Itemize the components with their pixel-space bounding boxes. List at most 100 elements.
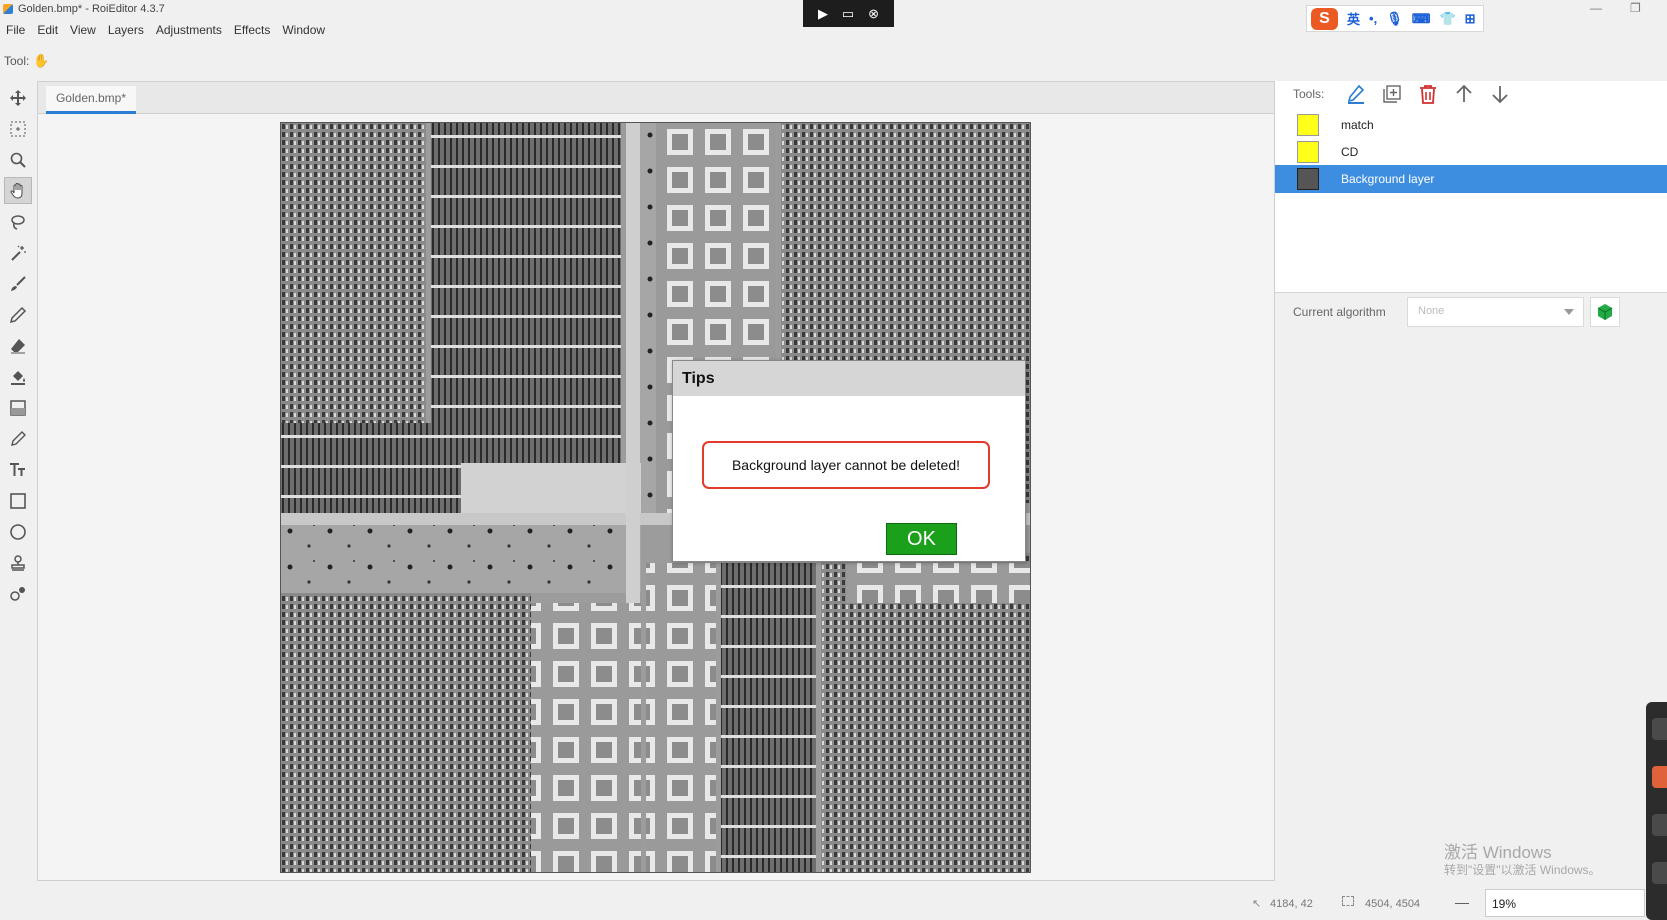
move-icon [9, 89, 26, 106]
layer-thumbnail [1297, 114, 1319, 136]
menu-layers[interactable]: Layers [102, 21, 150, 39]
play-cursor-icon[interactable]: ▶ [818, 7, 828, 20]
ime-toolbar: S 英 •, 🎙 ⌨ 👕 ⊞ [1306, 5, 1484, 32]
move-up-icon [1456, 84, 1472, 102]
marquee-icon [10, 121, 25, 136]
eraser-tool[interactable] [0, 330, 35, 361]
cursor-position-icon: ↖ [1252, 898, 1262, 910]
algorithm-select[interactable]: None [1407, 297, 1584, 327]
dialog-message: Background layer cannot be deleted! [702, 441, 990, 489]
image-size: 4504, 4504 [1365, 898, 1421, 910]
shirt-icon[interactable]: 👕 [1439, 11, 1455, 27]
zoom-tool[interactable] [0, 144, 35, 175]
tab-strip: Golden.bmp* [38, 82, 1274, 114]
shapes-tool[interactable] [0, 578, 35, 609]
ellipse-icon [9, 523, 26, 540]
brush-icon [10, 275, 26, 291]
menu-edit[interactable]: Edit [31, 21, 64, 39]
activation-watermark-hint: 转到"设置"以激活 Windows。 [1444, 863, 1601, 877]
app-icon [3, 4, 13, 14]
side-item [1652, 718, 1667, 740]
activation-watermark-title: 激活 Windows [1444, 843, 1552, 862]
menu-window[interactable]: Window [276, 21, 331, 39]
move-down-icon [1492, 86, 1508, 104]
menu-file[interactable]: File [0, 21, 31, 39]
lasso-tool[interactable] [0, 206, 35, 237]
rectangle-tool[interactable] [0, 485, 35, 516]
edit-layer-button[interactable] [1345, 83, 1367, 105]
add-layer-button[interactable] [1381, 83, 1403, 105]
run-algorithm-button[interactable] [1590, 297, 1620, 327]
menu-bar: File Edit View Layers Adjustments Effect… [0, 21, 331, 39]
move-tool[interactable] [0, 82, 35, 113]
ime-mode[interactable]: 英 [1347, 9, 1360, 28]
magic-wand-tool[interactable] [0, 237, 35, 268]
close-circle-icon[interactable]: ⊗ [868, 7, 879, 20]
fill-icon [10, 370, 25, 385]
zoom-icon [10, 152, 26, 168]
move-layer-down-button[interactable] [1489, 83, 1511, 105]
tools-label: Tools: [1293, 87, 1325, 101]
right-panel: Tools: match CD Background layer Current… [1275, 81, 1667, 881]
tips-dialog: Tips Background layer cannot be deleted!… [672, 360, 1026, 562]
tool-label: Tool: [4, 54, 30, 68]
fill-tool[interactable] [0, 361, 35, 392]
edit-icon [1347, 84, 1365, 104]
side-item [1652, 814, 1667, 836]
layer-thumbnail [1297, 168, 1319, 190]
punctuation-icon[interactable]: •, [1369, 11, 1377, 26]
pencil-icon [9, 306, 26, 323]
marquee-tool[interactable] [0, 113, 35, 144]
edge-side-widget[interactable] [1646, 702, 1667, 920]
layer-name: Background layer [1341, 172, 1435, 186]
move-layer-up-button[interactable] [1453, 83, 1475, 105]
stamp-tool[interactable] [0, 547, 35, 578]
pencil-tool[interactable] [0, 299, 35, 330]
text-tool[interactable] [0, 454, 35, 485]
restore-button[interactable]: ❐ [1630, 1, 1641, 15]
grid-icon[interactable]: ⊞ [1465, 11, 1476, 27]
layer-row-cd[interactable]: CD [1275, 138, 1667, 166]
ok-button[interactable]: OK [886, 523, 957, 555]
brush-tool[interactable] [0, 268, 35, 299]
magic-wand-icon [10, 245, 26, 261]
side-item [1652, 862, 1667, 884]
add-layer-icon [1383, 85, 1401, 103]
minimize-button[interactable]: — [1590, 1, 1602, 15]
keyboard-icon[interactable]: ⌨ [1412, 11, 1431, 27]
layer-row-background[interactable]: Background layer [1275, 165, 1667, 193]
eyedropper-tool[interactable] [0, 423, 35, 454]
screen-icon[interactable]: ▭ [842, 7, 854, 20]
menu-effects[interactable]: Effects [228, 21, 276, 39]
sogou-logo-icon[interactable]: S [1311, 7, 1338, 30]
delete-icon [1420, 85, 1436, 104]
selection-size-icon [1342, 896, 1354, 906]
tab-golden-bmp[interactable]: Golden.bmp* [46, 86, 136, 114]
eyedropper-icon [10, 430, 26, 446]
menu-adjustments[interactable]: Adjustments [150, 21, 228, 39]
eraser-icon [10, 338, 25, 353]
tool-options-bar: Tool: ✋ [0, 50, 50, 72]
cursor-coordinates: 4184, 42 [1270, 898, 1313, 910]
menu-view[interactable]: View [64, 21, 102, 39]
lasso-icon [10, 214, 25, 230]
layers-panel: Tools: match CD Background layer [1275, 81, 1667, 293]
hand-icon [9, 182, 22, 199]
layer-tools [1345, 83, 1511, 105]
layer-name: CD [1341, 145, 1359, 159]
cube-icon [1597, 304, 1613, 320]
layer-name: match [1341, 118, 1374, 132]
microphone-icon[interactable]: 🎙 [1386, 11, 1403, 27]
ellipse-tool[interactable] [0, 516, 35, 547]
zoom-out-button[interactable]: — [1455, 894, 1469, 910]
chevron-down-icon [1564, 309, 1574, 315]
algorithm-label: Current algorithm [1293, 305, 1386, 319]
hand-tool[interactable] [0, 175, 35, 206]
gradient-tool[interactable] [0, 392, 35, 423]
zoom-level-input[interactable]: 19% [1485, 889, 1645, 917]
layer-row-match[interactable]: match [1275, 111, 1667, 139]
algorithm-value: None [1418, 305, 1445, 317]
delete-layer-button[interactable] [1417, 83, 1439, 105]
stamp-icon [10, 554, 25, 571]
dialog-title: Tips [673, 361, 1025, 396]
